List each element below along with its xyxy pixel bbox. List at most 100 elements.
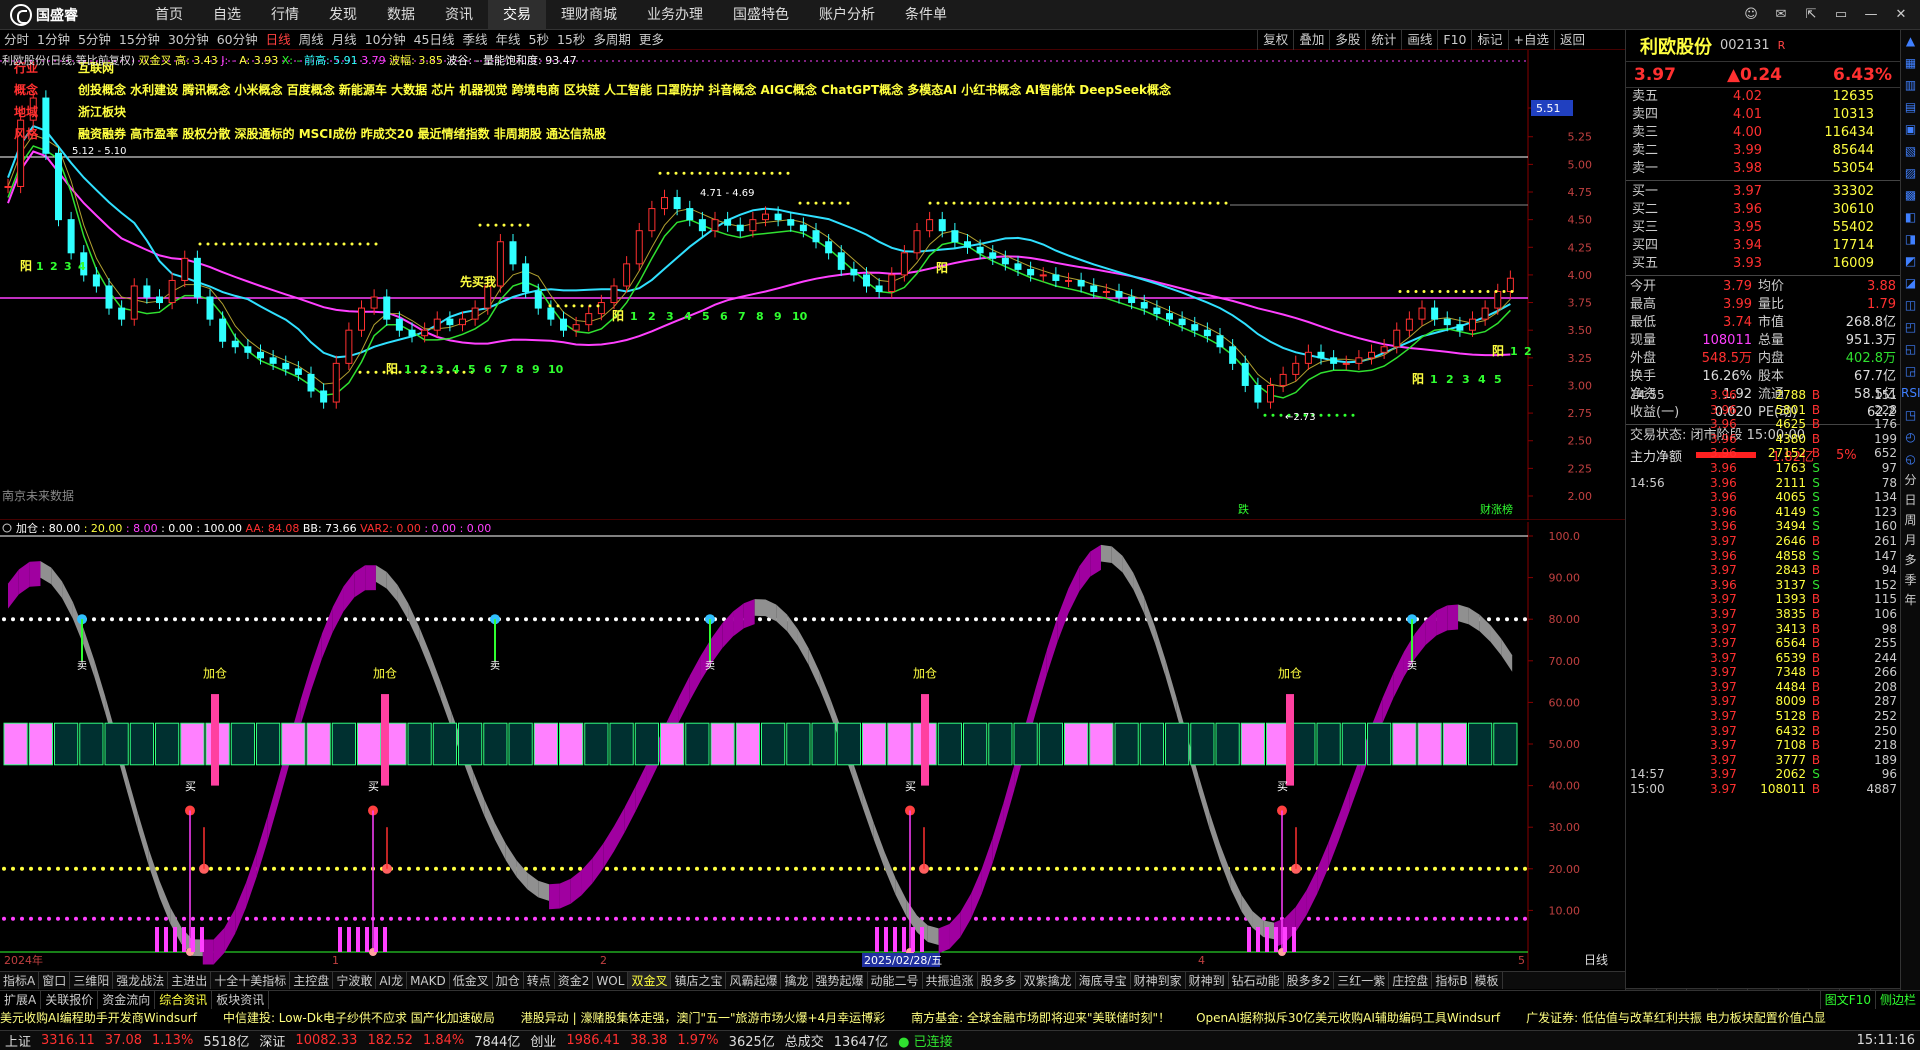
indicator-tab[interactable]: 转点 xyxy=(524,972,555,989)
indicator-tab[interactable]: 双金叉 xyxy=(628,972,672,989)
indicator-tab[interactable]: 三维阳 xyxy=(70,972,114,989)
bottom-tab[interactable]: 资金流向 xyxy=(98,991,156,1009)
indicator-tab[interactable]: 主控盘 xyxy=(290,972,334,989)
side-tool-icon[interactable]: ◪ xyxy=(1901,272,1920,294)
indicator-tab[interactable]: 资金2 xyxy=(555,972,594,989)
menu-item[interactable]: 首页 xyxy=(140,0,198,30)
side-period[interactable]: 月 xyxy=(1901,530,1920,550)
indicator-tab[interactable]: 庄控盘 xyxy=(1389,972,1433,989)
index-name[interactable]: 创业 xyxy=(525,1031,561,1050)
side-tool-icon[interactable]: ◳ xyxy=(1901,404,1920,426)
toolbar-button[interactable]: 复权 xyxy=(1257,30,1293,50)
news-item[interactable]: 美元收购AI编程助手开发商Windsurf xyxy=(0,1009,223,1027)
period-tab[interactable]: 45日线 xyxy=(410,30,459,50)
side-tool-icon[interactable]: ▣ xyxy=(1901,118,1920,140)
kline-svg[interactable]: 5.51 5.25 5.00 4.75 4.50 4.25 4.00 3.75 3.50 3.25… xyxy=(0,50,1625,521)
side-tool-icon[interactable]: ◩ xyxy=(1901,250,1920,272)
indicator-tab[interactable]: 低金叉 xyxy=(450,972,493,989)
tick-list[interactable]: 14:55 3.96 2788 B 151 3.96 5801 B 228 3.96 4625 B 17… xyxy=(1626,388,1901,797)
indicator-tab[interactable]: AI龙 xyxy=(376,972,408,989)
indicator-tab[interactable]: MAKD xyxy=(407,972,450,989)
period-tab[interactable]: 日线 xyxy=(262,30,295,50)
window-button-icon[interactable]: — xyxy=(1858,4,1884,26)
toolbar-button[interactable]: 画线 xyxy=(1401,30,1437,50)
side-tool-icon[interactable]: ▲ xyxy=(1901,30,1920,52)
menu-item[interactable]: 数据 xyxy=(372,0,430,30)
side-tool-icon[interactable]: ◨ xyxy=(1901,228,1920,250)
indicator-tab[interactable]: 财神到家 xyxy=(1131,972,1186,989)
indicator-tab[interactable]: 模板 xyxy=(1472,972,1503,989)
menu-item[interactable]: 国盛特色 xyxy=(718,0,804,30)
window-button-icon[interactable]: ✕ xyxy=(1888,4,1914,26)
side-tool-icon[interactable]: ▦ xyxy=(1901,52,1920,74)
index-name[interactable]: 深证 xyxy=(254,1031,290,1050)
indicator-tab[interactable]: 主进出 xyxy=(168,972,212,989)
indicator-tab[interactable]: 窗口 xyxy=(39,972,71,989)
kline-chart[interactable]: 5.51 5.25 5.00 4.75 4.50 4.25 4.00 3.75 3.50 3.25… xyxy=(0,50,1625,521)
period-tab[interactable]: 15秒 xyxy=(553,30,589,50)
menu-item[interactable]: 行情 xyxy=(256,0,314,30)
menu-item[interactable]: 发现 xyxy=(314,0,372,30)
toolbar-button[interactable]: 统计 xyxy=(1365,30,1401,50)
side-period[interactable]: 分 xyxy=(1901,470,1920,490)
window-button-icon[interactable]: ⇱ xyxy=(1798,4,1824,26)
period-tab[interactable]: 5秒 xyxy=(525,30,553,50)
window-button-icon[interactable]: ☺ xyxy=(1738,4,1764,26)
side-tool-icon[interactable]: ▤ xyxy=(1901,96,1920,118)
toolbar-button[interactable]: 叠加 xyxy=(1293,30,1329,50)
bottom-tab[interactable]: 板块资讯 xyxy=(212,991,270,1009)
period-tab[interactable]: 60分钟 xyxy=(213,30,262,50)
news-ticker[interactable]: 扩展A 关联报价 资金流向 综合资讯 板块资讯 图文F10 侧边栏 美元收购AI编程助手开发… xyxy=(0,990,1920,1028)
period-tab[interactable]: 10分钟 xyxy=(361,30,410,50)
news-item[interactable]: 港股异动 | 濠赌股集体走强，澳门"五一"旅游市场火爆+4月幸运博彩 xyxy=(521,1009,911,1027)
toolbar-button[interactable]: 标记 xyxy=(1471,30,1507,50)
period-tab[interactable]: 多周期 xyxy=(589,30,635,50)
indicator-tab[interactable]: 股多多 xyxy=(978,972,1021,989)
news-item[interactable]: 南方基金: 全球金融市场即将迎来"美联储时刻"！ xyxy=(911,1009,1196,1027)
indicator-tab[interactable]: 擒龙 xyxy=(781,972,813,989)
side-period[interactable]: 年 xyxy=(1901,590,1920,610)
bottom-tab[interactable]: 扩展A xyxy=(0,991,42,1009)
side-tool-icon[interactable]: ▧ xyxy=(1901,140,1920,162)
toolbar-button[interactable]: 多股 xyxy=(1329,30,1365,50)
indicator-tab[interactable]: 强势起爆 xyxy=(813,972,868,989)
side-period[interactable]: 日 xyxy=(1901,490,1920,510)
indicator-tab[interactable]: 动能二号 xyxy=(868,972,923,989)
side-tool-icon[interactable]: ◲ xyxy=(1901,360,1920,382)
side-period[interactable]: 季 xyxy=(1901,570,1920,590)
indicator-tab[interactable]: 强龙战法 xyxy=(113,972,169,989)
window-button-icon[interactable]: ▭ xyxy=(1828,4,1854,26)
window-button-icon[interactable]: ✉ xyxy=(1768,4,1794,26)
toolbar-button[interactable]: +自选 xyxy=(1507,30,1554,50)
menu-item[interactable]: 理财商城 xyxy=(546,0,632,30)
side-period[interactable]: 多 xyxy=(1901,550,1920,570)
news-item[interactable]: 广发证券: 低估值与改革红利共振 电力板块配置价值凸显 xyxy=(1526,1009,1852,1027)
side-tool-icon[interactable]: ◴ xyxy=(1901,426,1920,448)
side-tool-icon[interactable]: ◫ xyxy=(1901,294,1920,316)
period-tab[interactable]: 月线 xyxy=(328,30,361,50)
period-tab[interactable]: 30分钟 xyxy=(164,30,213,50)
side-tool-icon[interactable]: ◧ xyxy=(1901,206,1920,228)
app-logo[interactable]: 国盛睿 xyxy=(10,4,78,26)
news-item[interactable]: 中信建投: Low-Dk电子纱供不应求 国产化加速破局 xyxy=(223,1009,521,1027)
side-tool-icon[interactable]: ▨ xyxy=(1901,162,1920,184)
period-tab[interactable]: 15分钟 xyxy=(115,30,164,50)
period-tab[interactable]: 更多 xyxy=(635,30,668,50)
indicator-tab[interactable]: 指标A xyxy=(0,972,40,989)
menu-item[interactable]: 资讯 xyxy=(430,0,488,30)
indicator-tab[interactable]: 股多多2 xyxy=(1284,972,1335,989)
indicator-tab[interactable]: 三红一紫 xyxy=(1334,972,1390,989)
bottom-tab[interactable]: 综合资讯 xyxy=(155,991,213,1009)
indicator-svg[interactable]: 100.0 90.00 80.00 70.00 60.00 50.00 40.00 30.00… xyxy=(0,521,1625,970)
index-name[interactable]: 上证 xyxy=(0,1031,36,1050)
period-tab[interactable]: 年线 xyxy=(492,30,525,50)
news-item[interactable]: OpenAI据称拟斥30亿美元收购AI辅助编码工具Windsurf xyxy=(1196,1009,1526,1027)
menu-item[interactable]: 交易 xyxy=(488,0,546,30)
indicator-tab[interactable]: 指标B xyxy=(1432,972,1472,989)
side-tool-icon[interactable]: ◵ xyxy=(1901,448,1920,470)
side-tool-icon[interactable]: ◱ xyxy=(1901,338,1920,360)
toolbar-button[interactable]: F10 xyxy=(1437,30,1471,50)
indicator-tab[interactable]: 宁波敢 xyxy=(333,972,377,989)
indicator-tab[interactable]: 钻石动能 xyxy=(1229,972,1284,989)
indicator-tab[interactable]: 双紫擒龙 xyxy=(1021,972,1076,989)
